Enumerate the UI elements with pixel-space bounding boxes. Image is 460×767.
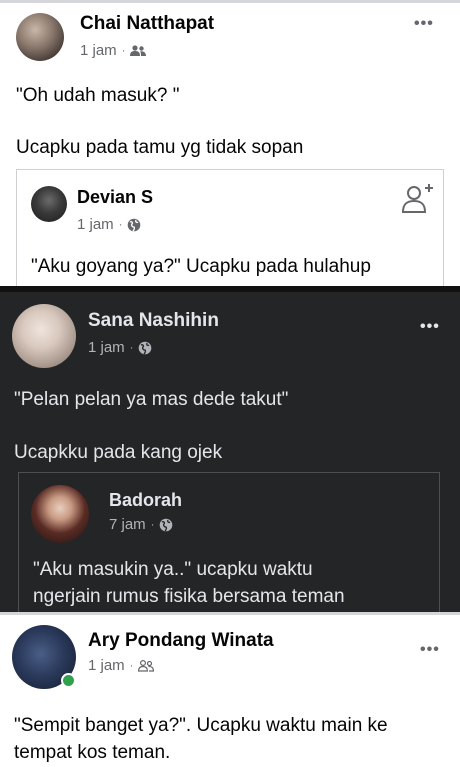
post-text-line: "Oh udah masuk? " (16, 85, 180, 106)
post-text-line: Ucapkku pada kang ojek (14, 442, 223, 463)
post-meta: 1 jam · (80, 42, 147, 59)
avatar[interactable] (31, 186, 67, 222)
post-meta: 1 jam · (88, 657, 155, 674)
shared-author[interactable]: Devian S (77, 187, 153, 208)
more-options-button[interactable]: ••• (420, 319, 440, 335)
post-card: Ary Pondang Winata 1 jam · ••• "Sempit b… (0, 612, 460, 767)
shared-meta: 1 jam · (77, 216, 141, 233)
post-author[interactable]: Sana Nashihin (88, 310, 219, 332)
online-status-indicator (61, 673, 76, 688)
meta-separator: · (129, 341, 134, 354)
globe-icon (160, 518, 173, 531)
globe-icon (139, 341, 152, 354)
shared-meta: 7 jam · (109, 516, 173, 533)
post-time[interactable]: 1 jam (88, 339, 125, 356)
post-meta: 1 jam · (88, 339, 152, 356)
shared-post[interactable]: Badorah 7 jam · "Aku masukin ya.." ucapk… (18, 472, 440, 612)
shared-text-line: ngerjain rumus fisika bersama teman (33, 586, 345, 607)
post-author[interactable]: Chai Natthapat (80, 13, 214, 35)
avatar[interactable] (12, 304, 76, 368)
post-author[interactable]: Ary Pondang Winata (88, 630, 274, 652)
meta-separator: · (150, 518, 155, 531)
meta-separator: · (121, 44, 126, 57)
post-text-line: "Sempit banget ya?". Ucapku waktu main k… (14, 715, 388, 736)
friends-icon (138, 659, 155, 672)
globe-icon (128, 218, 141, 231)
shared-text-line: "Aku masukin ya.." ucapku waktu (33, 559, 313, 580)
post-text-line: "Pelan pelan ya mas dede takut" (14, 389, 289, 410)
meta-separator: · (118, 218, 123, 231)
post-card: Chai Natthapat 1 jam · ••• "Oh udah masu… (0, 0, 460, 286)
avatar[interactable] (31, 485, 89, 543)
post-text-line: tempat kos teman. (14, 742, 171, 763)
post-time[interactable]: 1 jam (88, 657, 125, 674)
post-time[interactable]: 1 jam (77, 216, 114, 233)
friends-icon (130, 44, 147, 56)
add-friend-icon[interactable] (401, 182, 435, 216)
more-options-button[interactable]: ••• (414, 16, 434, 32)
post-card: Sana Nashihin 1 jam · ••• "Pelan pelan y… (0, 286, 460, 612)
meta-separator: · (129, 659, 134, 672)
post-time[interactable]: 7 jam (109, 516, 146, 533)
post-text-line: Ucapku pada tamu yg tidak sopan (16, 137, 304, 158)
shared-author[interactable]: Badorah (109, 490, 182, 511)
shared-post[interactable]: Devian S 1 jam · "Aku goyang ya?" Ucapku… (16, 169, 444, 286)
more-options-button[interactable]: ••• (420, 642, 440, 658)
post-time[interactable]: 1 jam (80, 42, 117, 59)
avatar[interactable] (16, 13, 64, 61)
shared-text: "Aku goyang ya?" Ucapku pada hulahup (31, 256, 371, 277)
